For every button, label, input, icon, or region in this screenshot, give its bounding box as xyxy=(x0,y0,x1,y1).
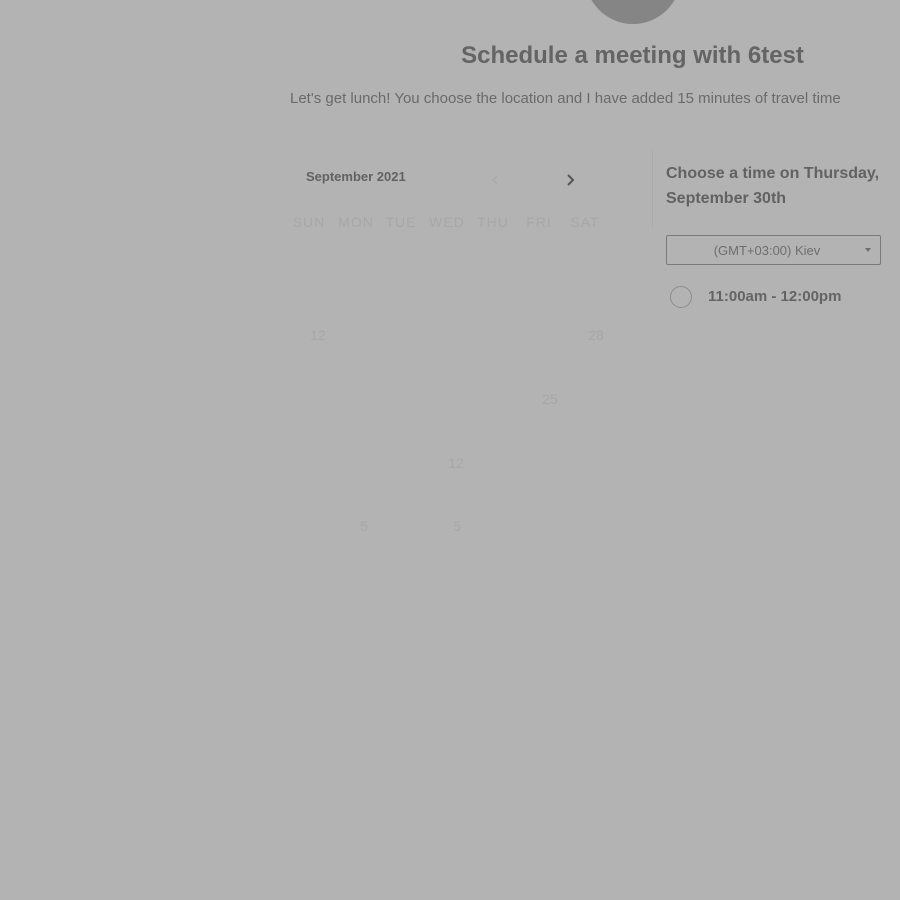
chevron-right-icon xyxy=(567,174,575,186)
weekday-header: SUN MON TUE WED THU FRI SAT xyxy=(0,214,900,232)
timezone-value: (GMT+03:00) Kiev xyxy=(713,243,821,258)
time-slot-label: 11:00am - 12:00pm xyxy=(708,288,842,305)
weekday-sat: SAT xyxy=(570,214,600,230)
calendar-day: 28 xyxy=(588,327,604,343)
avatar xyxy=(585,0,681,24)
scheduling-page: Schedule a meeting with 6test Let's get … xyxy=(0,0,900,900)
calendar-day: 12 xyxy=(310,327,326,343)
timezone-select[interactable]: (GMT+03:00) Kiev xyxy=(666,235,881,265)
weekday-mon: MON xyxy=(338,214,374,230)
weekday-fri: FRI xyxy=(526,214,552,230)
next-month-button[interactable] xyxy=(560,169,582,191)
calendar-day: 12 xyxy=(448,455,464,471)
weekday-tue: TUE xyxy=(385,214,417,230)
time-slot-option[interactable]: 11:00am - 12:00pm xyxy=(670,285,890,311)
radio-button[interactable] xyxy=(670,286,692,308)
calendar-day: 5 xyxy=(360,518,368,534)
calendar-day: 25 xyxy=(542,391,558,407)
calendar-month-label: September 2021 xyxy=(306,169,406,184)
meeting-description: Let's get lunch! You choose the location… xyxy=(290,90,841,107)
weekday-wed: WED xyxy=(429,214,465,230)
panel-divider xyxy=(652,150,653,228)
calendar-day: 5 xyxy=(453,518,461,534)
weekday-sun: SUN xyxy=(292,214,326,230)
weekday-thu: THU xyxy=(477,214,509,230)
page-title: Schedule a meeting with 6test xyxy=(461,42,804,69)
chevron-left-icon xyxy=(491,175,498,185)
previous-month-button[interactable] xyxy=(484,169,506,191)
caret-down-icon xyxy=(865,248,871,252)
selected-date-heading: Choose a time on Thursday, September 30t… xyxy=(666,165,880,207)
